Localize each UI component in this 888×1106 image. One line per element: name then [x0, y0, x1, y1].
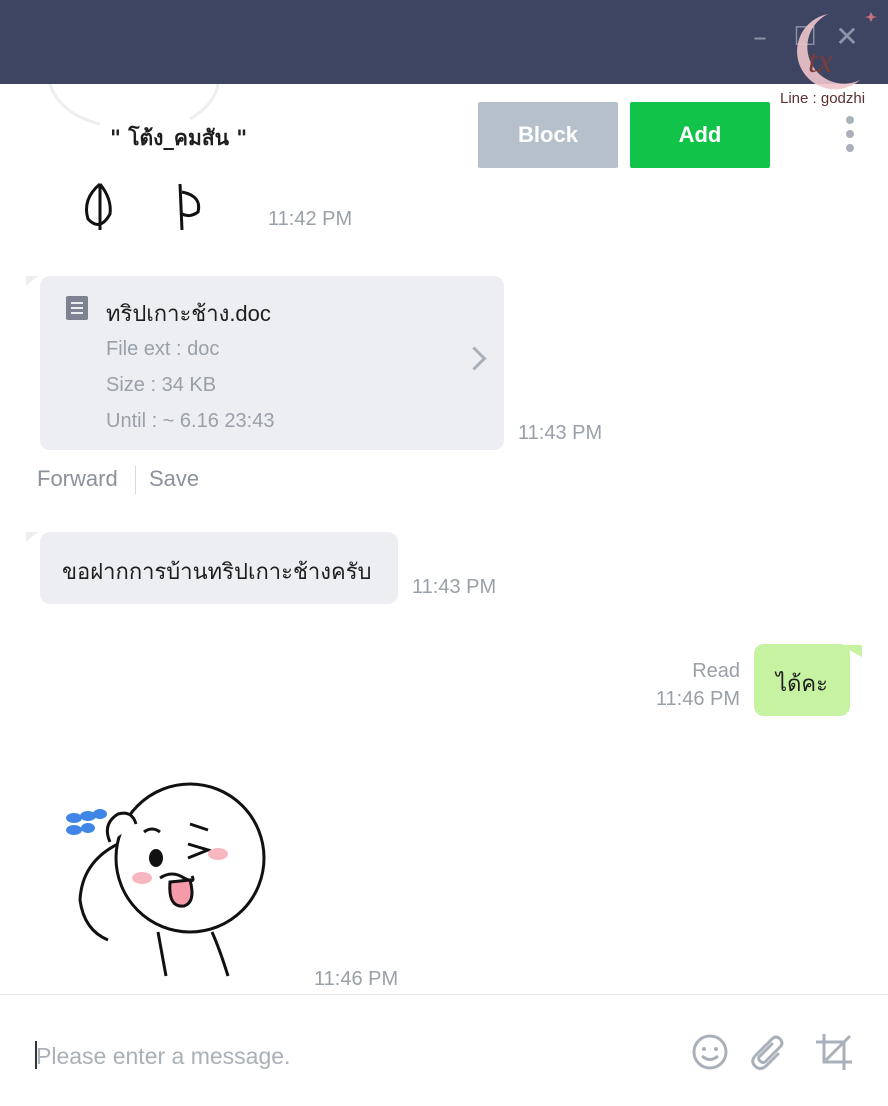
block-button[interactable]: Block [478, 102, 618, 168]
file-size: Size : 34 KB [106, 374, 217, 396]
watermark-text: Line : godzhi [780, 90, 866, 107]
bubble-tail [26, 532, 38, 542]
message-text: ได้คะ [776, 672, 828, 697]
crop-icon[interactable] [812, 1030, 856, 1074]
svg-text:tx: tx [808, 43, 833, 80]
file-ext: File ext : doc [106, 338, 220, 360]
message-time: 11:42 PM [268, 208, 353, 230]
save-link[interactable]: Save [149, 466, 199, 492]
message-input[interactable] [34, 1036, 636, 1076]
contact-name: " โต้ง_คมสัน " [110, 126, 248, 150]
document-icon [66, 296, 88, 320]
read-receipt: Read [692, 660, 740, 682]
composer-divider [0, 994, 888, 995]
more-icon[interactable] [846, 116, 856, 156]
message-text: ขอฝากการบ้านทริปเกาะช้างครับ [62, 560, 372, 585]
add-button[interactable]: Add [630, 102, 770, 168]
emoji-icon[interactable] [688, 1030, 732, 1074]
message-time: 11:46 PM [314, 968, 399, 990]
bubble-tail [26, 276, 38, 286]
text-caret [35, 1041, 37, 1069]
message-time: 11:46 PM [655, 688, 740, 710]
sticker-image [48, 84, 220, 231]
file-name: ทริปเกาะช้าง.doc [106, 301, 271, 326]
file-expiry: Until : ~ 6.16 23:43 [106, 410, 275, 432]
forward-link[interactable]: Forward [37, 466, 118, 492]
message-time: 11:43 PM [518, 422, 603, 444]
message-time: 11:43 PM [412, 576, 497, 598]
sticker-image [66, 782, 266, 977]
attachment-icon[interactable] [748, 1030, 792, 1074]
divider [135, 466, 136, 494]
